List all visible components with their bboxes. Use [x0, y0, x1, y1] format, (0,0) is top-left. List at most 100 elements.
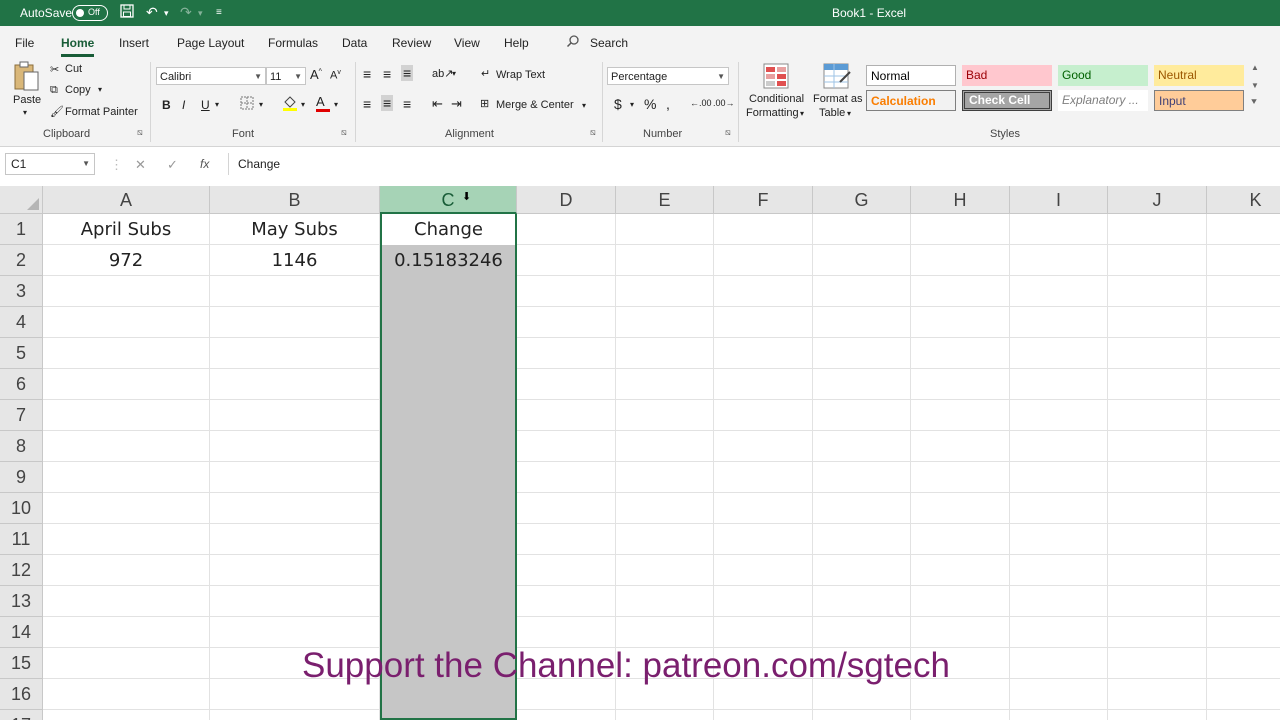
copy-icon[interactable]: ⧉: [50, 84, 58, 97]
alignment-launcher-icon[interactable]: ⧅: [590, 127, 596, 138]
row-header-15[interactable]: 15: [0, 648, 43, 679]
style-check-cell[interactable]: Check Cell: [962, 90, 1052, 111]
redo-icon[interactable]: ↷: [180, 4, 192, 21]
style-bad[interactable]: Bad: [962, 65, 1052, 86]
conditional-dropdown-icon[interactable]: ▾: [800, 109, 804, 118]
formula-input[interactable]: Change: [228, 153, 1276, 175]
row-header-14[interactable]: 14: [0, 617, 43, 648]
row-header-7[interactable]: 7: [0, 400, 43, 431]
align-right-icon[interactable]: ≡: [403, 96, 411, 112]
cell-a2[interactable]: 972: [43, 245, 209, 276]
increase-decimal-icon[interactable]: ←.00: [690, 98, 712, 108]
underline-button[interactable]: U: [201, 98, 210, 112]
search-box[interactable]: Search: [590, 36, 628, 50]
font-size-combo[interactable]: 11 ▼: [266, 67, 306, 85]
style-input[interactable]: Input: [1154, 90, 1244, 111]
tab-home[interactable]: Home: [61, 36, 95, 57]
customize-qat-icon[interactable]: ≡: [216, 7, 222, 18]
row-header-2[interactable]: 2: [0, 245, 43, 276]
orientation-icon[interactable]: ab↗: [432, 67, 453, 80]
align-bottom-icon[interactable]: ≡: [401, 65, 414, 81]
styles-scroll-up-icon[interactable]: ▲: [1251, 63, 1259, 72]
percent-icon[interactable]: %: [644, 96, 656, 112]
copy-button[interactable]: Copy: [65, 84, 91, 96]
style-good[interactable]: Good: [1058, 65, 1148, 86]
format-table-dropdown-icon[interactable]: ▾: [847, 109, 851, 118]
tab-insert[interactable]: Insert: [119, 36, 149, 50]
bold-button[interactable]: B: [162, 98, 171, 112]
column-header-f[interactable]: F: [714, 186, 813, 214]
merge-dropdown-icon[interactable]: ▾: [582, 101, 586, 110]
cut-icon[interactable]: ✂: [50, 63, 59, 76]
tab-page-layout[interactable]: Page Layout: [177, 36, 244, 50]
cut-button[interactable]: Cut: [65, 63, 82, 75]
style-calculation[interactable]: Calculation: [866, 90, 956, 111]
row-header-10[interactable]: 10: [0, 493, 43, 524]
undo-icon[interactable]: ↶: [146, 4, 158, 21]
column-header-h[interactable]: H: [911, 186, 1010, 214]
wrap-text-button[interactable]: Wrap Text: [496, 69, 545, 81]
styles-more-icon[interactable]: ⯆: [1250, 97, 1258, 108]
row-header-13[interactable]: 13: [0, 586, 43, 617]
row-header-8[interactable]: 8: [0, 431, 43, 462]
wrap-text-icon[interactable]: ↵: [481, 67, 490, 80]
cell-c1[interactable]: Change: [382, 214, 515, 245]
merge-center-button[interactable]: Merge & Center: [496, 99, 574, 111]
cell-a1[interactable]: April Subs: [43, 214, 209, 245]
align-left-icon[interactable]: ≡: [363, 96, 371, 112]
font-color-dropdown-icon[interactable]: ▾: [334, 100, 338, 109]
underline-dropdown-icon[interactable]: ▾: [215, 100, 219, 109]
borders-icon[interactable]: [240, 96, 254, 113]
align-top-icon[interactable]: ≡: [363, 66, 371, 82]
column-header-j[interactable]: J: [1108, 186, 1207, 214]
row-header-17[interactable]: 17: [0, 710, 43, 720]
tab-data[interactable]: Data: [342, 36, 367, 50]
copy-dropdown-icon[interactable]: ▾: [98, 85, 102, 94]
paste-button[interactable]: Paste: [13, 94, 41, 106]
decrease-decimal-icon[interactable]: .00→: [713, 98, 735, 108]
font-launcher-icon[interactable]: ⧅: [341, 127, 347, 138]
increase-indent-icon[interactable]: ⇥: [451, 96, 462, 112]
conditional-formatting-icon[interactable]: [762, 62, 790, 93]
tab-review[interactable]: Review: [392, 36, 431, 50]
search-icon[interactable]: [566, 34, 580, 51]
autosave-toggle[interactable]: Off: [72, 5, 108, 21]
redo-dropdown-icon[interactable]: ▾: [198, 8, 203, 19]
row-header-1[interactable]: 1: [0, 214, 43, 245]
style-neutral[interactable]: Neutral: [1154, 65, 1244, 86]
paste-dropdown-icon[interactable]: ▾: [23, 108, 27, 117]
row-header-3[interactable]: 3: [0, 276, 43, 307]
undo-dropdown-icon[interactable]: ▾: [164, 8, 169, 19]
row-header-5[interactable]: 5: [0, 338, 43, 369]
comma-style-icon[interactable]: ,: [666, 96, 670, 112]
cell-b2[interactable]: 1146: [210, 245, 379, 276]
currency-dropdown-icon[interactable]: ▾: [630, 100, 634, 109]
align-middle-icon[interactable]: ≡: [383, 66, 391, 82]
row-header-16[interactable]: 16: [0, 679, 43, 710]
format-as-table-icon[interactable]: [822, 62, 852, 93]
number-launcher-icon[interactable]: ⧅: [725, 127, 731, 138]
currency-icon[interactable]: $: [614, 96, 622, 112]
column-header-e[interactable]: E: [616, 186, 714, 214]
column-header-i[interactable]: I: [1010, 186, 1108, 214]
row-header-11[interactable]: 11: [0, 524, 43, 555]
row-header-9[interactable]: 9: [0, 462, 43, 493]
cell-c2[interactable]: 0.15183246: [382, 245, 515, 276]
font-name-combo[interactable]: Calibri ▼: [156, 67, 266, 85]
format-as-table-line2[interactable]: Table: [819, 107, 845, 119]
tab-view[interactable]: View: [454, 36, 480, 50]
style-explanatory[interactable]: Explanatory ...: [1058, 90, 1148, 111]
column-header-b[interactable]: B: [210, 186, 380, 214]
conditional-formatting-line1[interactable]: Conditional: [749, 93, 804, 105]
select-all-button[interactable]: [0, 186, 43, 214]
column-selection[interactable]: [380, 214, 517, 720]
fill-color-dropdown-icon[interactable]: ▾: [301, 100, 305, 109]
column-header-g[interactable]: G: [813, 186, 911, 214]
tab-help[interactable]: Help: [504, 36, 529, 50]
cancel-icon[interactable]: ✕: [135, 157, 146, 173]
increase-font-icon[interactable]: A^: [310, 67, 322, 82]
orientation-dropdown-icon[interactable]: ▾: [452, 69, 456, 78]
italic-button[interactable]: I: [182, 98, 185, 112]
column-header-d[interactable]: D: [517, 186, 616, 214]
row-header-12[interactable]: 12: [0, 555, 43, 586]
